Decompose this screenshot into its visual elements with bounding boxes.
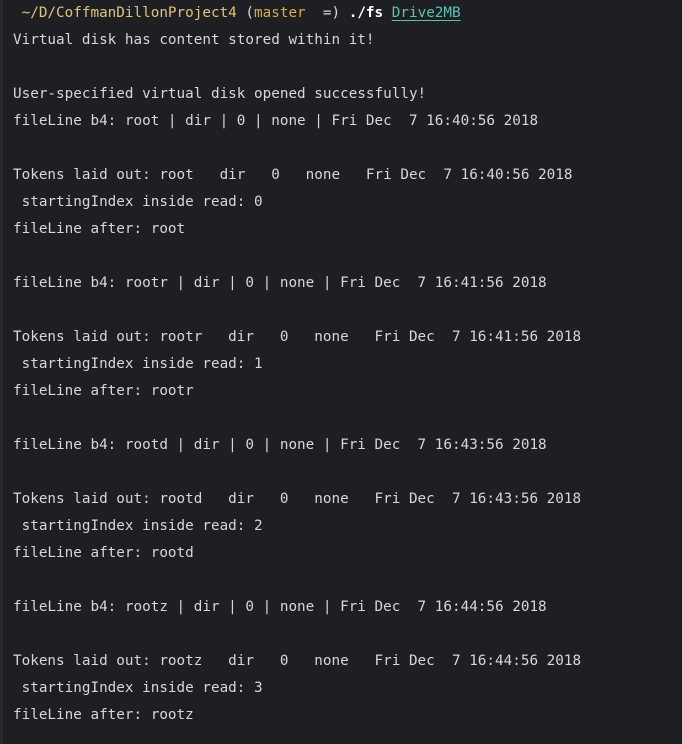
output-line: Tokens laid out: rootr dir 0 none Fri De…: [13, 329, 582, 345]
command-name: ./fs: [348, 5, 384, 21]
output-line: Tokens laid out: rootd dir 0 none Fri De…: [13, 491, 582, 507]
prompt-path: ~/D/CoffmanDillonProject4: [13, 5, 237, 21]
output-line: fileLine after: rootd: [13, 545, 194, 561]
git-paren-open: (: [236, 5, 255, 21]
output-line: fileLine after: rootr: [13, 383, 194, 399]
output-line: startingIndex inside read: 1: [13, 356, 263, 372]
output-line: fileLine b4: rootr | dir | 0 | none | Fr…: [13, 275, 547, 291]
terminal-window[interactable]: ~/D/CoffmanDillonProject4 (master =) ./f…: [0, 0, 682, 744]
output-line: Tokens laid out: root dir 0 none Fri Dec…: [13, 167, 573, 183]
git-branch: master: [254, 5, 306, 21]
output-line: startingIndex inside read: 3: [13, 680, 263, 696]
terminal-output: Virtual disk has content stored within i…: [13, 29, 682, 731]
git-status: =): [305, 5, 349, 21]
output-line: fileLine b4: root | dir | 0 | none | Fri…: [13, 113, 539, 129]
output-line: Tokens laid out: rootz dir 0 none Fri De…: [13, 653, 582, 669]
output-line: fileLine b4: rootz | dir | 0 | none | Fr…: [13, 599, 547, 615]
output-line: User-specified virtual disk opened succe…: [13, 86, 427, 102]
command-argument[interactable]: Drive2MB: [392, 5, 461, 21]
output-line: startingIndex inside read: 2: [13, 518, 263, 534]
output-line: startingIndex inside read: 0: [13, 194, 263, 210]
output-line: fileLine b4: rootd | dir | 0 | none | Fr…: [13, 437, 547, 453]
output-line: fileLine after: root: [13, 221, 186, 237]
output-line: Virtual disk has content stored within i…: [13, 32, 375, 48]
window-edge: [0, 0, 3, 744]
shell-prompt: ~/D/CoffmanDillonProject4 (master =) ./f…: [13, 2, 682, 29]
output-line: fileLine after: rootz: [13, 707, 194, 723]
